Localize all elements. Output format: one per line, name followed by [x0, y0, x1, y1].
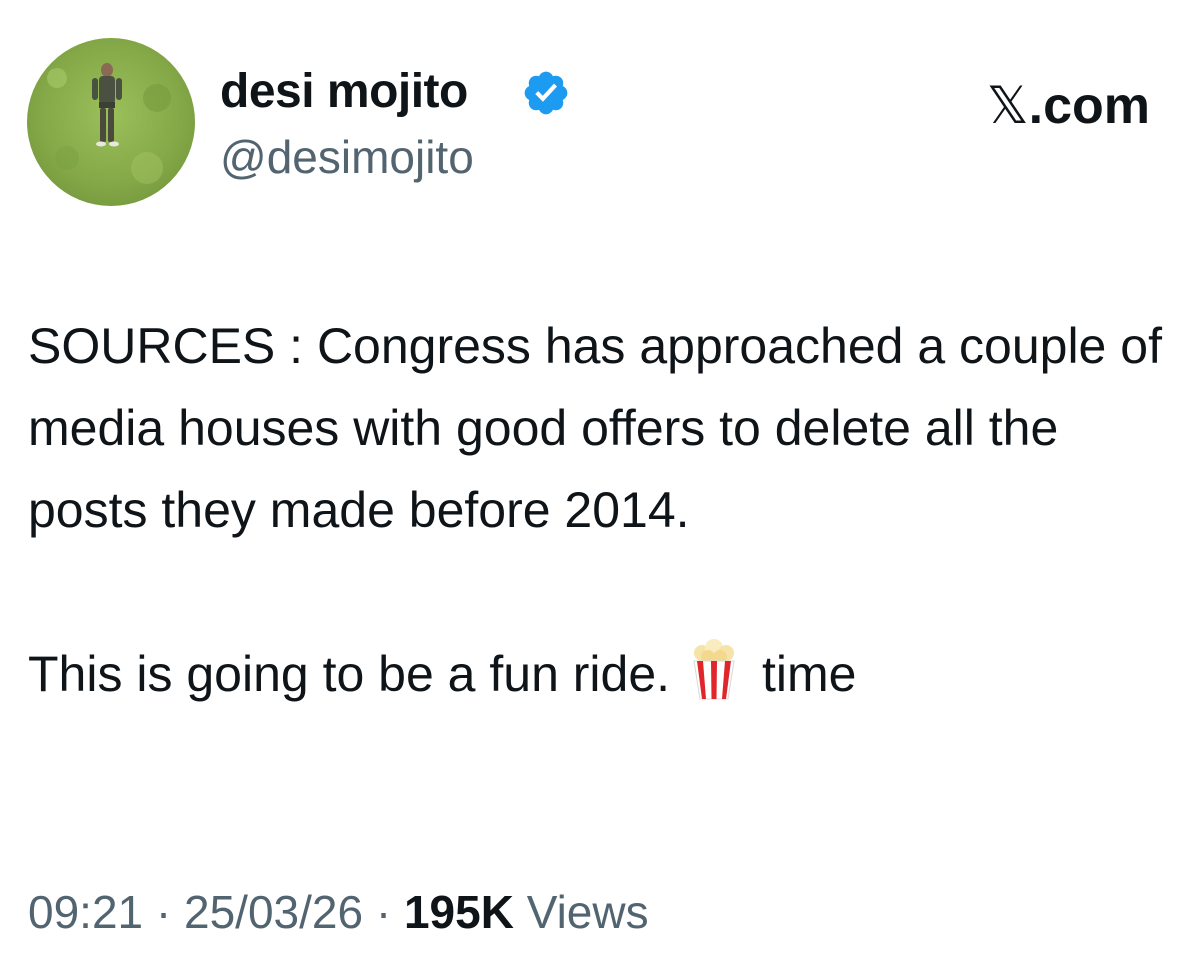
- tweet-time[interactable]: 09:21: [28, 886, 143, 938]
- tweet-trailing-word: time: [761, 646, 857, 702]
- tweet-text: SOURCES : Congress has approached a coup…: [28, 305, 1178, 715]
- x-com-logo: 𝕏.com: [987, 76, 1150, 136]
- author-handle[interactable]: @desimojito: [220, 128, 474, 186]
- author-display-name[interactable]: desi mojito: [220, 62, 468, 122]
- meta-separator: ·: [143, 886, 185, 938]
- tweet-paragraph-1: SOURCES : Congress has approached a coup…: [28, 318, 1162, 538]
- meta-separator: ·: [363, 886, 404, 938]
- views-label: Views: [513, 886, 649, 938]
- popcorn-icon: [693, 639, 735, 700]
- tweet-meta: 09:21 · 25/03/26 · 195K Views: [28, 882, 649, 942]
- verified-badge-icon: [524, 71, 568, 115]
- views-count: 195K: [403, 886, 514, 938]
- x-com-suffix: .com: [1028, 77, 1150, 135]
- x-logo-icon: 𝕏: [986, 76, 1029, 136]
- tweet-paragraph-2-text: This is going to be a fun ride.: [28, 646, 671, 702]
- avatar[interactable]: [27, 38, 195, 206]
- profile-photo-icon: [27, 38, 195, 206]
- tweet-paragraph-2: This is going to be a fun ride. time: [28, 633, 1178, 715]
- tweet-date[interactable]: 25/03/26: [184, 886, 363, 938]
